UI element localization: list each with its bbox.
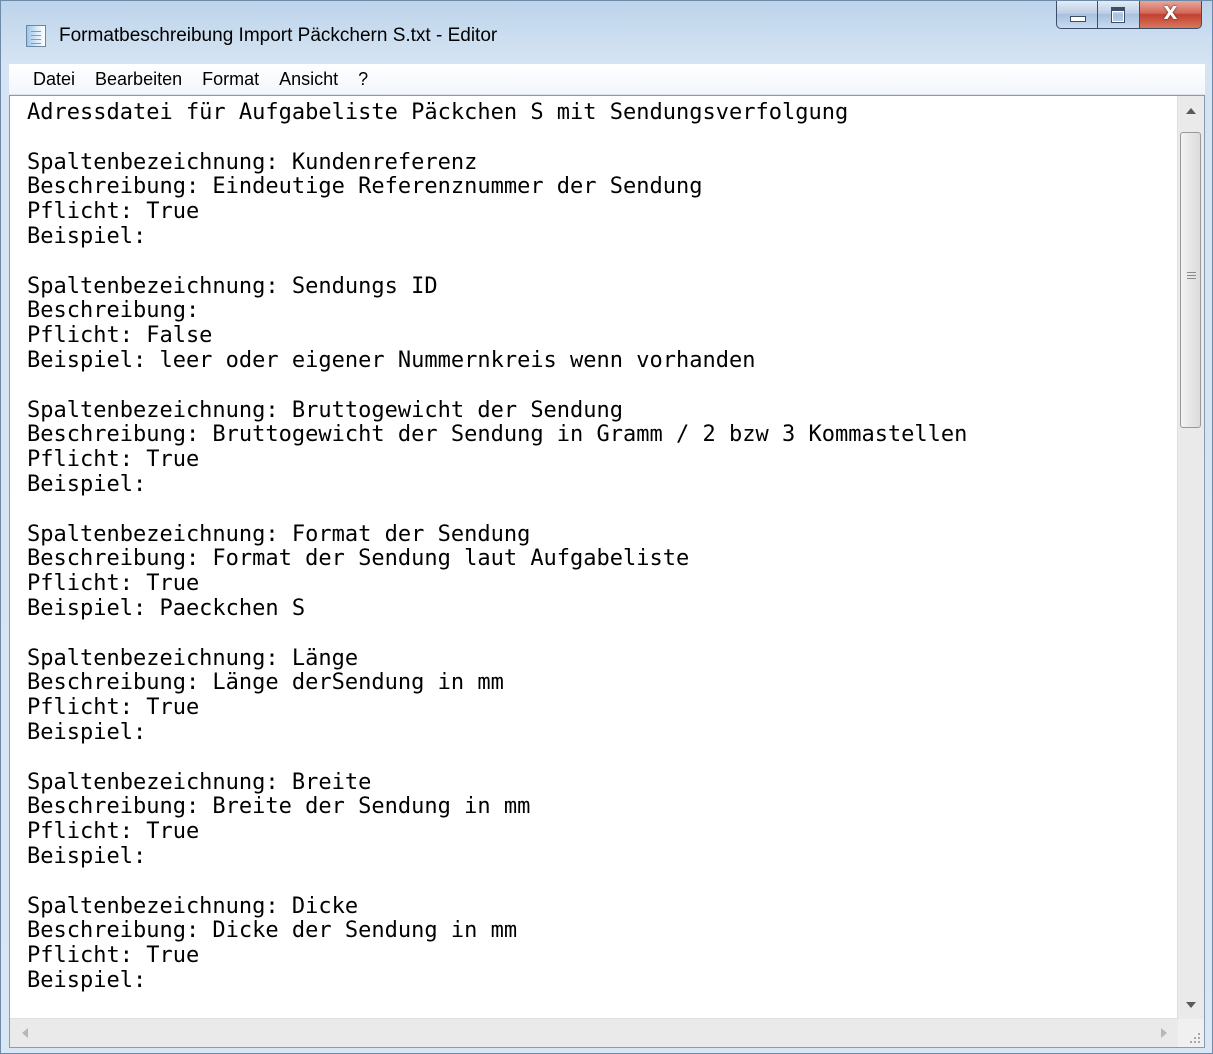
text-content[interactable]: Adressdatei für Aufgabeliste Päckchen S … [10,96,1179,1020]
text-line[interactable]: Beispiel: leer oder eigener Nummernkreis… [27,348,1179,374]
text-line[interactable]: Pflicht: True [27,943,1179,969]
text-line[interactable]: Beispiel: [27,720,1179,746]
menu-bar: Datei Bearbeiten Format Ansicht ? [9,64,1205,95]
horizontal-scrollbar[interactable] [10,1018,1179,1047]
resize-grip-icon[interactable] [1178,1019,1204,1047]
text-line[interactable]: Spaltenbezeichnung: Format der Sendung [27,522,1179,548]
text-line[interactable]: Beschreibung: [27,299,1179,324]
scroll-up-button[interactable] [1178,96,1204,126]
menu-bearbeiten[interactable]: Bearbeiten [85,69,192,90]
arrow-up-icon [1186,108,1196,114]
text-line[interactable]: Spaltenbezeichnung: Kundenreferenz [27,150,1179,176]
text-line[interactable]: Beschreibung: Breite der Sendung in mm [27,795,1179,820]
menu-ansicht[interactable]: Ansicht [269,69,348,90]
editor-window: Formatbeschreibung Import Päckchern S.tx… [0,0,1213,1054]
scroll-down-button[interactable] [1178,990,1204,1020]
text-line[interactable]: Beschreibung: Dicke der Sendung in mm [27,918,1179,944]
text-line[interactable]: Spaltenbezeichnung: Sendungs ID [27,274,1179,300]
text-line[interactable]: Beispiel: [27,472,1179,498]
text-line[interactable]: Spaltenbezeichnung: Bruttogewicht der Se… [27,398,1179,424]
text-line[interactable]: Beispiel: Paeckchen S [27,596,1179,622]
arrow-left-icon [22,1028,28,1038]
text-line[interactable] [27,498,1179,523]
vertical-scroll-thumb[interactable] [1180,132,1201,428]
title-bar[interactable]: Formatbeschreibung Import Päckchern S.tx… [1,1,1212,63]
minimize-button[interactable] [1056,1,1098,29]
text-line[interactable] [27,746,1179,771]
text-line[interactable]: Beispiel: [27,844,1179,870]
text-line[interactable]: Beispiel: [27,968,1179,994]
text-line[interactable]: Spaltenbezeichnung: Breite [27,770,1179,796]
menu-help[interactable]: ? [348,69,378,90]
text-line[interactable]: Spaltenbezeichnung: Dicke [27,894,1179,920]
text-editor[interactable]: Adressdatei für Aufgabeliste Päckchen S … [9,95,1205,1048]
grip-icon [1187,272,1196,273]
text-line[interactable]: Pflicht: True [27,695,1179,721]
scroll-left-button[interactable] [10,1019,40,1047]
minimize-icon [1070,16,1086,22]
text-line[interactable]: Beschreibung: Eindeutige Referenznummer … [27,175,1179,200]
maximize-icon [1111,7,1125,23]
window-title: Formatbeschreibung Import Päckchern S.tx… [59,25,498,46]
text-line[interactable]: Beschreibung: Bruttogewicht der Sendung … [27,423,1179,448]
text-line[interactable]: Beschreibung: Format der Sendung laut Au… [27,547,1179,572]
text-line[interactable]: Pflicht: True [27,447,1179,473]
notepad-icon[interactable] [26,25,46,47]
arrow-down-icon [1186,1002,1196,1008]
close-button[interactable]: X [1140,1,1202,29]
close-icon: X [1163,3,1178,24]
menu-format[interactable]: Format [192,69,269,90]
text-line[interactable]: Pflicht: False [27,323,1179,349]
maximize-button[interactable] [1098,1,1140,29]
menu-datei[interactable]: Datei [9,69,85,90]
text-line[interactable] [27,126,1179,151]
text-line[interactable]: Pflicht: True [27,571,1179,597]
text-line[interactable] [27,250,1179,275]
text-line[interactable]: Pflicht: True [27,819,1179,845]
text-line[interactable] [27,622,1179,647]
text-line[interactable]: Beschreibung: Länge derSendung in mm [27,671,1179,696]
text-line[interactable]: Spaltenbezeichnung: Länge [27,646,1179,672]
text-line[interactable] [27,870,1179,895]
vertical-scrollbar[interactable] [1177,96,1204,1020]
caption-buttons: X [1056,1,1202,29]
text-line[interactable] [27,374,1179,399]
text-line[interactable]: Beispiel: [27,224,1179,250]
text-line[interactable]: Adressdatei für Aufgabeliste Päckchen S … [27,100,1179,126]
scroll-right-button[interactable] [1149,1019,1179,1047]
arrow-right-icon [1161,1028,1167,1038]
text-line[interactable]: Pflicht: True [27,199,1179,225]
